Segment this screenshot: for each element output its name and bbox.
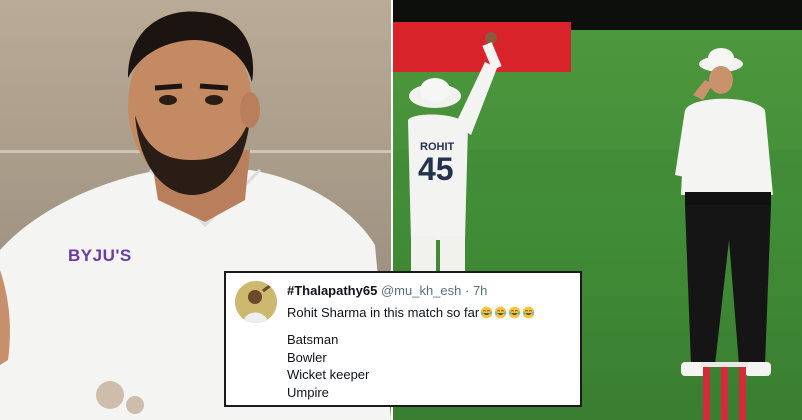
jersey-sponsor-logo: BYJU'S [68, 246, 132, 265]
tweet-list-item: Umpire [287, 384, 329, 400]
tweet-card[interactable]: #Thalapathy65 @mu_kh_esh · 7h Rohit Shar… [224, 271, 582, 407]
face-with-tears-of-joy-icon [508, 306, 521, 319]
tweet-list-item: Wicket keeper [287, 367, 370, 382]
meme-composite: BYJU'S ROHIT 45 #Thalapathy65 @mu_kh_esh… [0, 0, 802, 420]
tweet-list: Batsman Bowler Wicket keeper Umpire [287, 331, 369, 401]
face-with-tears-of-joy-icon [522, 306, 535, 319]
tweet-timestamp[interactable]: 7h [473, 283, 487, 298]
face-with-tears-of-joy-icon [494, 306, 507, 319]
tweet-display-name[interactable]: #Thalapathy65 [287, 283, 377, 298]
face-with-tears-of-joy-icon [480, 306, 493, 319]
tweet-separator: · [464, 283, 470, 298]
tweet-body: Rohit Sharma in this match so far [287, 305, 480, 320]
tweet-list-item: Batsman [287, 332, 339, 347]
tweet-header: #Thalapathy65 @mu_kh_esh · 7h [287, 283, 572, 299]
avatar[interactable] [235, 281, 277, 323]
player-jersey-number: 45 [418, 151, 454, 187]
avatar-photo [235, 281, 277, 323]
tweet-list-item: Bowler [287, 349, 327, 365]
tweet-handle[interactable]: @mu_kh_esh [381, 283, 461, 298]
tweet-text: Rohit Sharma in this match so far [287, 304, 535, 321]
tweet-emoji-row [479, 305, 535, 320]
